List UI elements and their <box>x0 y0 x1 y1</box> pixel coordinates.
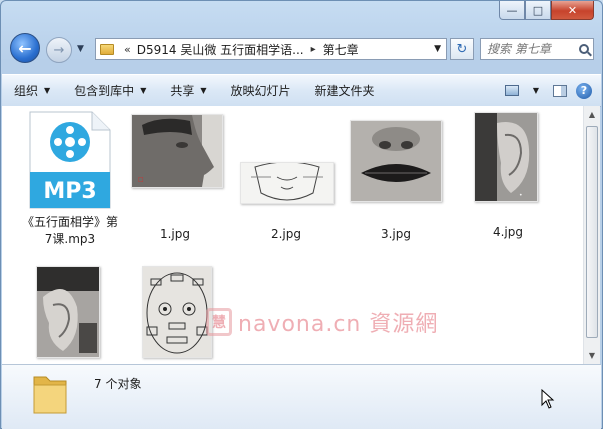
help-button[interactable]: ? <box>575 82 593 99</box>
search-box[interactable] <box>480 38 594 60</box>
watermark-text: navona.cn 資源網 <box>238 312 439 337</box>
chevron-down-icon: ▼ <box>44 86 51 95</box>
svg-text:□: □ <box>138 176 144 183</box>
folder-icon <box>100 43 114 55</box>
file-name: 4.jpg <box>492 225 524 239</box>
file-name: 《五行面相学》第 7课.mp3 <box>20 214 120 248</box>
scroll-down-icon[interactable]: ▼ <box>584 347 600 364</box>
maximize-button[interactable]: □ <box>525 1 551 20</box>
file-name: 3.jpg <box>380 227 412 241</box>
breadcrumb-current[interactable]: 第七章 <box>323 41 359 58</box>
face-diagram-thumbnail <box>240 162 334 204</box>
watermark-logo-icon: 慧 <box>206 308 232 336</box>
preview-pane-icon <box>553 84 567 97</box>
navigation-bar: ← → ▼ « D5914 吴山微 五行面相学语... ▸ 第七章 ▼ ↻ <box>1 29 602 69</box>
file-name: 2.jpg <box>270 227 302 241</box>
watermark: 慧 navona.cn 資源網 <box>206 306 438 338</box>
scroll-up-icon[interactable]: ▲ <box>584 106 600 123</box>
address-bar[interactable]: « D5914 吴山微 五行面相学语... ▸ 第七章 ▼ <box>95 38 447 60</box>
forward-button[interactable]: → <box>46 37 72 63</box>
arrow-left-icon: ← <box>18 38 32 58</box>
organize-menu[interactable]: 组织 ▼ <box>2 75 62 106</box>
face-profile-thumbnail: □ <box>131 114 223 188</box>
close-button[interactable]: ✕ <box>551 1 594 20</box>
explorer-window: — □ ✕ ← → ▼ « D5914 吴山微 五行面相学语... ▸ 第七章 … <box>0 0 603 429</box>
slideshow-button[interactable]: 放映幻灯片 <box>219 75 303 106</box>
file-name: 1.jpg <box>159 227 191 241</box>
mouse-cursor-icon <box>541 389 555 409</box>
preview-pane-button[interactable] <box>551 83 569 99</box>
details-pane: 7 个对象 <box>2 364 601 429</box>
new-folder-button[interactable]: 新建文件夹 <box>303 75 387 106</box>
arrow-right-icon: → <box>53 42 65 58</box>
item-count: 7 个对象 <box>94 377 142 391</box>
breadcrumb-separator-icon[interactable]: ▸ <box>311 44 316 55</box>
mp3-file-icon: MP3 <box>29 111 111 209</box>
search-icon[interactable] <box>579 44 589 54</box>
scrollbar-thumb[interactable] <box>586 126 598 338</box>
breadcrumb-parent[interactable]: D5914 吴山微 五行面相学语... <box>137 41 304 58</box>
change-view-button[interactable] <box>503 83 521 99</box>
chevron-down-icon: ▼ <box>200 86 207 95</box>
view-icon <box>505 85 519 96</box>
mp3-badge: MP3 <box>43 179 96 204</box>
search-input[interactable] <box>487 42 567 56</box>
include-in-library-label: 包含到库中 <box>74 84 135 98</box>
face-map-thumbnail <box>142 266 212 358</box>
svg-text:•: • <box>519 192 523 199</box>
view-options-dropdown[interactable]: ▼ <box>527 83 545 99</box>
command-bar: 组织 ▼ 包含到库中 ▼ 共享 ▼ 放映幻灯片 新建文件夹 ▼ ? <box>2 74 601 107</box>
help-icon: ? <box>576 82 592 99</box>
minimize-button[interactable]: — <box>499 1 525 20</box>
ear-thumbnail: • <box>474 112 538 202</box>
include-in-library-menu[interactable]: 包含到库中 ▼ <box>62 75 158 106</box>
file-name-line1: 《五行面相学》第 <box>21 215 118 229</box>
view-controls: ▼ ? <box>503 82 593 99</box>
refresh-button[interactable]: ↻ <box>450 38 474 60</box>
address-dropdown-icon[interactable]: ▼ <box>434 44 441 54</box>
mouth-thumbnail <box>350 120 442 202</box>
share-menu[interactable]: 共享 ▼ <box>158 75 218 106</box>
ear-closeup-thumbnail <box>36 266 100 358</box>
slideshow-label: 放映幻灯片 <box>230 84 291 98</box>
file-list: MP3 《五行面相学》第 7课.mp3 □ 1.jpg 2.jpg 3.jpg … <box>2 106 583 364</box>
share-label: 共享 <box>170 84 195 98</box>
caption-buttons: — □ ✕ <box>499 1 594 20</box>
new-folder-label: 新建文件夹 <box>314 84 375 98</box>
organize-label: 组织 <box>14 84 39 98</box>
back-button[interactable]: ← <box>10 33 40 63</box>
vertical-scrollbar[interactable]: ▲ ▼ <box>583 106 600 364</box>
address-root-chevron[interactable]: « <box>124 43 131 56</box>
recent-pages-dropdown[interactable]: ▼ <box>77 44 84 54</box>
refresh-icon: ↻ <box>456 41 468 57</box>
chevron-down-icon: ▼ <box>140 86 147 95</box>
file-name-line2: 7课.mp3 <box>44 232 96 246</box>
folder-icon <box>33 376 67 414</box>
